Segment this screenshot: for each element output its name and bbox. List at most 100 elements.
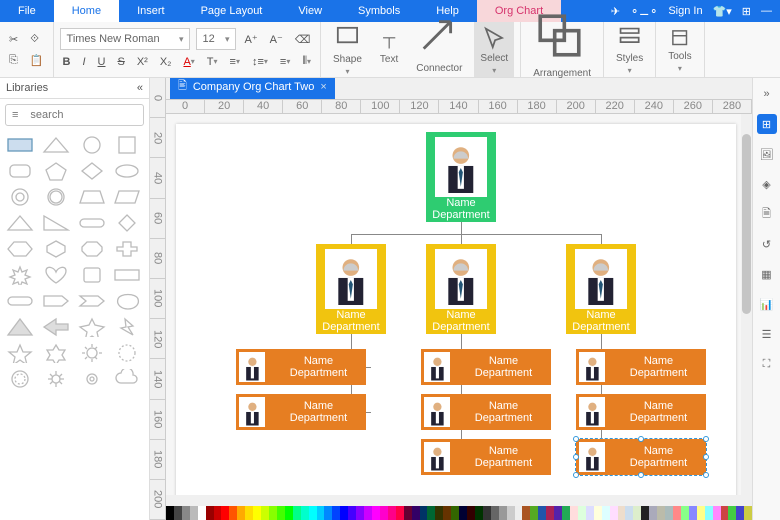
font-family-select[interactable]: Times New Roman: [60, 28, 190, 50]
shape-diamond2[interactable]: [113, 213, 141, 233]
color-swatch[interactable]: [356, 506, 364, 520]
shape-tri2[interactable]: [6, 213, 34, 233]
shape-ring[interactable]: [42, 187, 70, 207]
color-swatch[interactable]: [657, 506, 665, 520]
scroll-thumb[interactable]: [742, 134, 751, 314]
org-card-l3[interactable]: NameDepartment: [421, 349, 551, 385]
shape-rect[interactable]: [6, 135, 34, 155]
color-swatch[interactable]: [641, 506, 649, 520]
resize-handle[interactable]: [573, 436, 579, 442]
decrease-font-button[interactable]: A⁻: [267, 30, 286, 49]
shape-sun[interactable]: [78, 343, 106, 363]
color-swatch[interactable]: [277, 506, 285, 520]
color-swatch[interactable]: [625, 506, 633, 520]
signin-link[interactable]: Sign In: [668, 5, 702, 17]
shape-cross[interactable]: [113, 239, 141, 259]
vertical-scrollbar[interactable]: [741, 114, 752, 506]
color-swatch[interactable]: [562, 506, 570, 520]
minimize-icon[interactable]: —: [761, 5, 772, 17]
org-card-l2[interactable]: NameDepartment: [566, 244, 636, 334]
color-swatch[interactable]: [515, 506, 523, 520]
color-swatch[interactable]: [380, 506, 388, 520]
color-swatch[interactable]: [467, 506, 475, 520]
color-swatch[interactable]: [697, 506, 705, 520]
align-h-button[interactable]: ≡: [277, 53, 293, 71]
color-swatch[interactable]: [522, 506, 530, 520]
shape-seal2[interactable]: [6, 369, 34, 389]
color-swatch[interactable]: [602, 506, 610, 520]
shape-arr2[interactable]: [42, 317, 70, 337]
horizontal-scrollbar[interactable]: [166, 495, 752, 506]
resize-handle[interactable]: [573, 454, 579, 460]
color-swatch[interactable]: [269, 506, 277, 520]
tab-page-layout[interactable]: Page Layout: [183, 0, 281, 22]
shape-bolt[interactable]: [113, 317, 141, 337]
color-swatch[interactable]: [229, 506, 237, 520]
shape-tool[interactable]: Shape: [327, 21, 368, 78]
shape-blob[interactable]: [113, 291, 141, 311]
org-card-l2[interactable]: NameDepartment: [426, 244, 496, 334]
color-swatch[interactable]: [285, 506, 293, 520]
bullet-list-button[interactable]: ≡: [227, 53, 243, 71]
color-swatch[interactable]: [586, 506, 594, 520]
color-swatch[interactable]: [705, 506, 713, 520]
image-icon[interactable]: 🖼: [757, 144, 777, 164]
color-swatch[interactable]: [324, 506, 332, 520]
color-swatch[interactable]: [538, 506, 546, 520]
org-card-l3[interactable]: NameDepartment: [236, 394, 366, 430]
resize-handle[interactable]: [703, 436, 709, 442]
shape-diamond[interactable]: [78, 161, 106, 181]
styles-tool[interactable]: Styles: [610, 22, 649, 77]
tab-home[interactable]: Home: [54, 0, 119, 22]
document-tab[interactable]: 🖹 Company Org Chart Two ×: [170, 78, 335, 99]
color-swatch[interactable]: [396, 506, 404, 520]
shape-hex2[interactable]: [42, 239, 70, 259]
color-swatch[interactable]: [610, 506, 618, 520]
shape-seal[interactable]: [113, 343, 141, 363]
shape-rect2[interactable]: [113, 265, 141, 285]
color-swatch[interactable]: [174, 506, 182, 520]
color-swatch[interactable]: [443, 506, 451, 520]
shape-triangle[interactable]: [42, 135, 70, 155]
color-swatch[interactable]: [633, 506, 641, 520]
org-card-l3[interactable]: NameDepartment: [421, 439, 551, 475]
shape-donut[interactable]: [6, 187, 34, 207]
canvas[interactable]: Name Department NameDepartment NameDepar…: [166, 114, 752, 506]
strike-button[interactable]: S: [114, 53, 127, 71]
color-swatch[interactable]: [507, 506, 515, 520]
app-grid-icon[interactable]: ⊞: [742, 5, 751, 18]
color-swatch[interactable]: [309, 506, 317, 520]
color-swatch[interactable]: [744, 506, 752, 520]
bold-button[interactable]: B: [60, 53, 74, 71]
shape-burst[interactable]: [6, 265, 34, 285]
color-swatch[interactable]: [293, 506, 301, 520]
shape-trapezoid[interactable]: [78, 187, 106, 207]
color-swatch[interactable]: [182, 506, 190, 520]
text-transform-button[interactable]: T: [204, 53, 221, 71]
color-swatch[interactable]: [736, 506, 744, 520]
org-card-l3[interactable]: NameDepartment: [236, 349, 366, 385]
color-swatch[interactable]: [475, 506, 483, 520]
org-card-l2[interactable]: NameDepartment: [316, 244, 386, 334]
superscript-button[interactable]: X²: [134, 53, 151, 71]
page-icon[interactable]: 🗎: [757, 204, 777, 224]
underline-button[interactable]: U: [95, 53, 109, 71]
shape-hex[interactable]: [6, 239, 34, 259]
color-swatch[interactable]: [332, 506, 340, 520]
shape-ellipse[interactable]: [113, 161, 141, 181]
close-tab-icon[interactable]: ×: [320, 81, 326, 93]
collapse-libraries-icon[interactable]: «: [137, 82, 143, 94]
align-v-button[interactable]: ⫴: [299, 52, 314, 71]
color-swatch[interactable]: [261, 506, 269, 520]
color-swatch[interactable]: [483, 506, 491, 520]
color-swatch[interactable]: [166, 506, 174, 520]
text-tool[interactable]: Text: [374, 32, 404, 67]
color-swatch[interactable]: [206, 506, 214, 520]
color-swatch[interactable]: [721, 506, 729, 520]
color-swatch[interactable]: [578, 506, 586, 520]
resize-handle[interactable]: [638, 436, 644, 442]
shape-star6[interactable]: [42, 343, 70, 363]
shirt-icon[interactable]: 👕▾: [713, 5, 732, 18]
tab-file[interactable]: File: [0, 0, 54, 22]
color-swatch[interactable]: [649, 506, 657, 520]
